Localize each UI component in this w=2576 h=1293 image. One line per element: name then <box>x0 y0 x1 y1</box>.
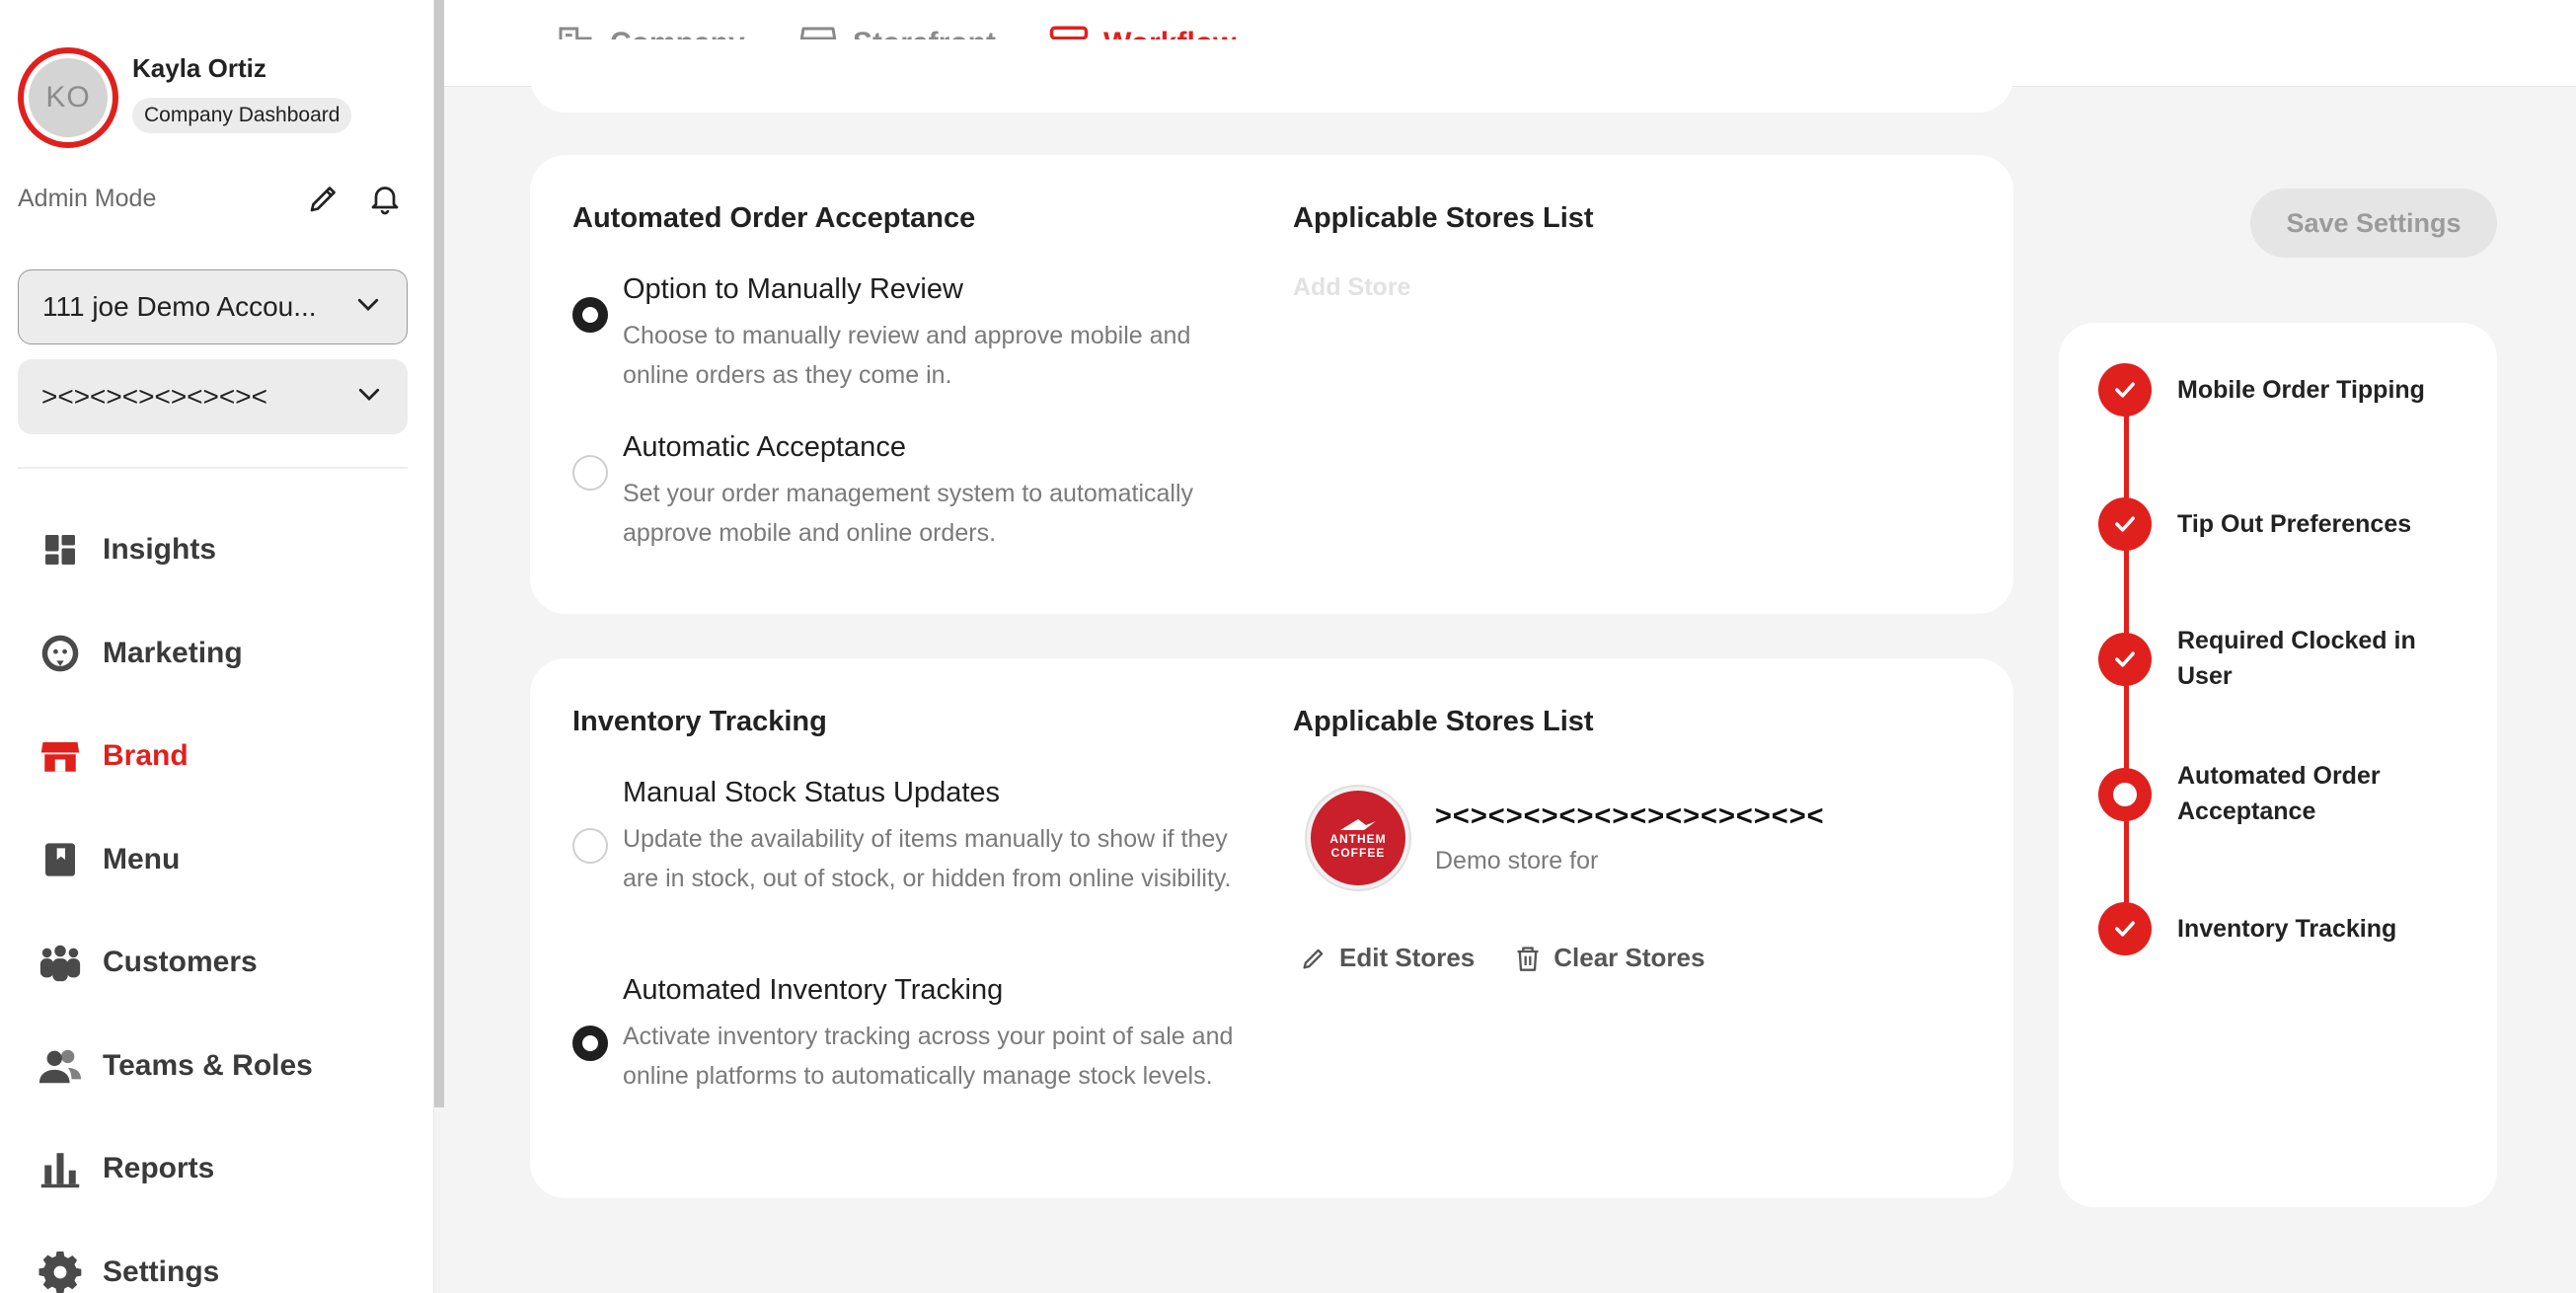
logo-figure-icon <box>1340 819 1376 830</box>
radio-manual-stock[interactable] <box>572 828 608 864</box>
store-logo-text-bottom: COFFEE <box>1330 846 1386 860</box>
sidebar-scrollbar[interactable] <box>434 0 444 1107</box>
clear-stores-button[interactable]: Clear Stores <box>1514 943 1705 973</box>
avatar-initials: KO <box>29 58 108 137</box>
step-label: Mobile Order Tipping <box>2177 376 2425 404</box>
avatar[interactable]: KO <box>18 47 118 148</box>
chevron-down-icon <box>353 289 383 326</box>
account-select-value: 111 joe Demo Accou... <box>42 291 317 322</box>
sidebar-item-label: Menu <box>103 842 181 875</box>
customers-icon <box>36 938 85 987</box>
workflow-stepper: Mobile Order Tipping Tip Out Preferences… <box>2059 323 2497 1207</box>
sidebar-item-label: Customers <box>103 946 258 979</box>
option-description: Set your order management system to auto… <box>623 480 1194 547</box>
save-settings-button[interactable]: Save Settings <box>2250 189 2497 258</box>
store-select-value: ><><><><><><>< <box>41 381 267 412</box>
admin-row: Admin Mode <box>18 176 408 221</box>
step-mobile-order-tipping[interactable]: Mobile Order Tipping <box>2098 363 2444 417</box>
store-actions: Edit Stores Clear Stores <box>1300 943 1744 973</box>
option-manual-review[interactable]: Option to Manually Review Choose to manu… <box>572 273 1253 395</box>
clear-stores-label: Clear Stores <box>1553 943 1705 972</box>
account-select[interactable]: 111 joe Demo Accou... <box>18 269 408 344</box>
admin-mode-label: Admin Mode <box>18 184 157 212</box>
reports-icon <box>36 1144 85 1193</box>
store-logo-text-top: ANTHEM <box>1329 832 1387 846</box>
sidebar-divider <box>18 467 408 469</box>
sidebar-item-settings[interactable]: Settings <box>36 1221 411 1293</box>
option-description: Choose to manually review and approve mo… <box>623 322 1191 389</box>
store-select[interactable]: ><><><><><><>< <box>18 359 408 434</box>
applicable-stores-title: Applicable Stores List <box>1293 706 1594 737</box>
step-automated-order-acceptance[interactable]: Automated Order Acceptance <box>2098 762 2444 829</box>
store-logo: ANTHEM COFFEE <box>1307 787 1409 889</box>
sidebar: KO Kayla Ortiz Company Dashboard Admin M… <box>0 0 434 1293</box>
step-inventory-tracking[interactable]: Inventory Tracking <box>2098 902 2444 955</box>
inventory-tracking-card: Inventory Tracking Manual Stock Status U… <box>530 658 2013 1198</box>
radio-automated-inventory[interactable] <box>572 1026 608 1061</box>
gear-icon <box>36 1248 85 1293</box>
previous-settings-card <box>530 39 2013 113</box>
sidebar-item-reports[interactable]: Reports <box>36 1117 411 1221</box>
edit-stores-button[interactable]: Edit Stores <box>1300 943 1475 973</box>
check-icon <box>2098 497 2152 551</box>
store-name: ><><><><><><><><><><>< <box>1435 800 1825 832</box>
step-label: Required Clocked in User <box>2177 627 2416 690</box>
option-automatic-acceptance[interactable]: Automatic Acceptance Set your order mana… <box>572 431 1253 553</box>
option-title: Automatic Acceptance <box>623 431 906 463</box>
step-label: Tip Out Preferences <box>2177 510 2412 538</box>
edit-stores-label: Edit Stores <box>1339 943 1476 972</box>
sidebar-item-brand[interactable]: Brand <box>36 705 411 808</box>
step-label: Inventory Tracking <box>2177 915 2397 943</box>
sidebar-item-teams-roles[interactable]: Teams & Roles <box>36 1015 411 1118</box>
radio-automatic-acceptance[interactable] <box>572 455 608 491</box>
sidebar-item-customers[interactable]: Customers <box>36 911 411 1015</box>
check-icon <box>2098 902 2152 955</box>
step-required-clocked-in-user[interactable]: Required Clocked in User <box>2098 627 2444 694</box>
order-acceptance-card: Automated Order Acceptance Option to Man… <box>530 155 2013 614</box>
sidebar-item-label: Reports <box>103 1152 215 1185</box>
applicable-stores-title: Applicable Stores List <box>1293 202 1594 234</box>
sidebar-item-marketing[interactable]: Marketing <box>36 602 411 706</box>
sidebar-item-label: Insights <box>103 533 217 567</box>
user-name: Kayla Ortiz <box>132 53 266 83</box>
dashboard-icon <box>36 525 85 574</box>
bell-icon[interactable] <box>362 176 408 221</box>
edit-pencil-icon[interactable] <box>301 176 346 221</box>
radio-manual-review[interactable] <box>572 297 608 333</box>
storefront-icon <box>36 731 85 781</box>
inventory-tracking-title: Inventory Tracking <box>572 706 827 737</box>
trash-icon <box>1517 946 1539 971</box>
profile: KO Kayla Ortiz Company Dashboard <box>18 47 352 148</box>
pencil-icon <box>1303 949 1324 968</box>
sidebar-nav: Insights Marketing Brand Menu Customers <box>36 498 411 1293</box>
marketing-icon <box>36 629 85 678</box>
current-step-icon <box>2098 768 2152 821</box>
option-description: Update the availability of items manuall… <box>623 825 1232 892</box>
role-badge: Company Dashboard <box>132 98 352 133</box>
add-store-link[interactable]: Add Store <box>1293 273 1410 302</box>
check-icon <box>2098 633 2152 686</box>
sidebar-item-insights[interactable]: Insights <box>36 498 411 602</box>
store-entry: ANTHEM COFFEE ><><><><><><><><><><>< Dem… <box>1307 787 1825 889</box>
sidebar-item-label: Settings <box>103 1255 220 1288</box>
option-title: Automated Inventory Tracking <box>623 974 1004 1006</box>
option-title: Option to Manually Review <box>623 273 963 305</box>
check-icon <box>2098 363 2152 417</box>
step-label: Automated Order Acceptance <box>2177 762 2381 825</box>
chevron-down-icon <box>354 379 384 416</box>
sidebar-item-label: Marketing <box>103 636 243 669</box>
sidebar-item-menu[interactable]: Menu <box>36 808 411 912</box>
teams-icon <box>36 1041 85 1091</box>
option-title: Manual Stock Status Updates <box>623 777 1001 808</box>
sidebar-item-label: Teams & Roles <box>103 1048 313 1082</box>
option-manual-stock[interactable]: Manual Stock Status Updates Update the a… <box>572 777 1253 898</box>
menu-book-icon <box>36 835 85 884</box>
order-acceptance-title: Automated Order Acceptance <box>572 202 976 234</box>
option-description: Activate inventory tracking across your … <box>623 1023 1234 1090</box>
step-tip-out-preferences[interactable]: Tip Out Preferences <box>2098 497 2444 551</box>
option-automated-inventory[interactable]: Automated Inventory Tracking Activate in… <box>572 974 1253 1096</box>
store-description: Demo store for <box>1435 847 1599 875</box>
sidebar-item-label: Brand <box>103 739 189 773</box>
